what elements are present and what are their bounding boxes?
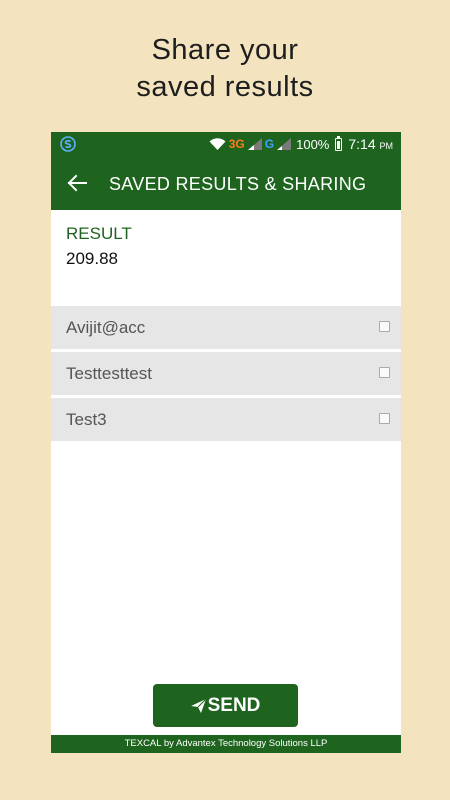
send-button[interactable]: SEND <box>153 684 298 727</box>
list-item-label: Avijit@acc <box>66 318 146 337</box>
list-item-label: Test3 <box>66 410 107 429</box>
promo-heading: Share your saved results <box>0 32 450 106</box>
contact-list: Avijit@acc Testtesttest Test3 <box>51 306 401 441</box>
result-value: 209.88 <box>66 249 118 268</box>
signal-bars-icon <box>247 138 262 150</box>
list-item[interactable]: Test3 <box>51 398 401 441</box>
phone-screen: 3G G 100% 7:14 PM SAVED RESULTS & SHARIN… <box>51 132 401 753</box>
footer: TEXCAL by Advantex Technology Solutions … <box>51 735 401 753</box>
paper-plane-icon <box>190 698 206 713</box>
back-arrow-icon[interactable] <box>65 171 89 195</box>
page-title: SAVED RESULTS & SHARING <box>109 174 367 194</box>
battery-icon <box>335 135 343 151</box>
select-checkbox[interactable] <box>379 413 390 424</box>
network-3g-label: 3G <box>228 137 245 151</box>
network-g-label: G <box>264 137 275 151</box>
battery-percent: 100% <box>296 136 330 152</box>
signal-bars-icon <box>277 138 292 150</box>
status-bar: 3G G 100% 7:14 PM <box>51 132 401 156</box>
list-item[interactable]: Avijit@acc <box>51 306 401 349</box>
app-toolbar: SAVED RESULTS & SHARING <box>51 156 401 210</box>
select-checkbox[interactable] <box>379 367 390 378</box>
promo-line-1: Share your <box>151 34 299 66</box>
select-checkbox[interactable] <box>379 321 390 332</box>
result-label: RESULT <box>66 224 132 243</box>
list-item[interactable]: Testtesttest <box>51 352 401 395</box>
clock-suffix: PM <box>379 141 394 151</box>
wifi-icon <box>209 137 226 150</box>
clock: 7:14 PM <box>348 136 393 152</box>
send-button-label: SEND <box>207 694 261 716</box>
list-item-label: Testtesttest <box>66 364 152 383</box>
sync-s-icon <box>60 136 76 152</box>
clock-time: 7:14 <box>348 136 376 152</box>
promo-line-2: saved results <box>136 71 314 103</box>
